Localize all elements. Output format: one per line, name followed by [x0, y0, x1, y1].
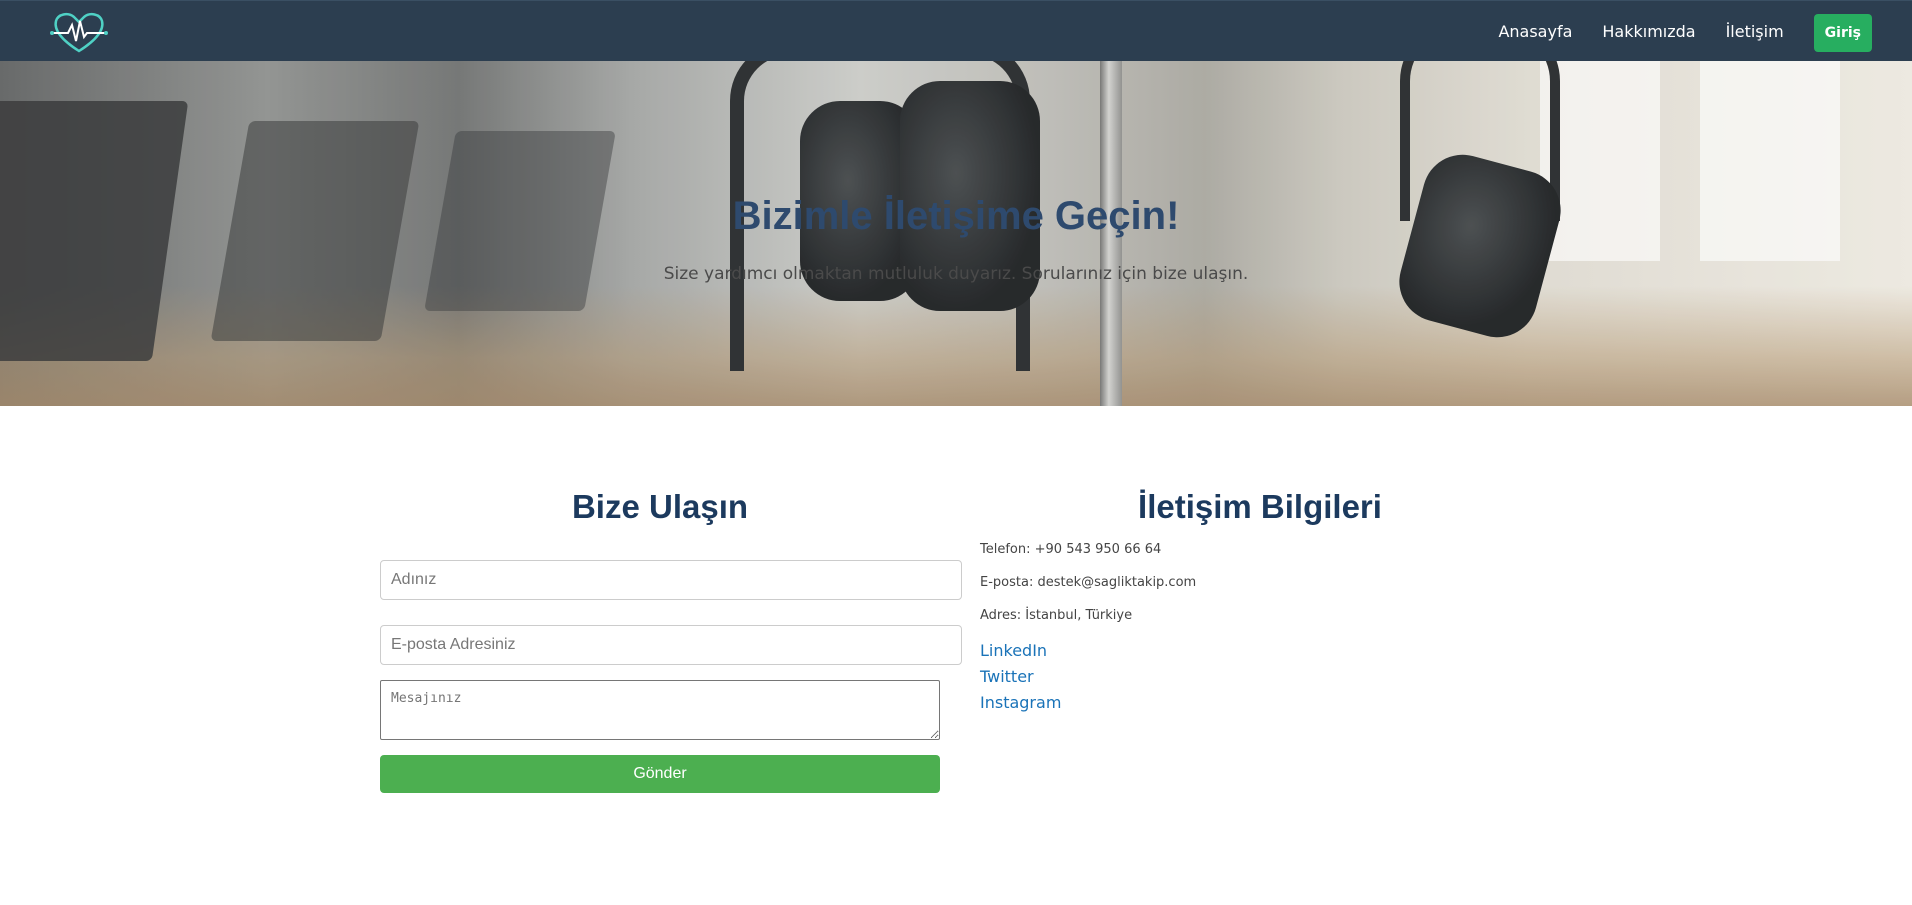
heart-pulse-icon[interactable]: [50, 9, 108, 55]
contact-address: Adres: İstanbul, Türkiye: [980, 608, 1133, 623]
linkedin-link[interactable]: LinkedIn: [980, 641, 1047, 660]
nav-link-contact[interactable]: İletişim: [1726, 22, 1784, 41]
contact-form-title: Bize Ulaşın: [571, 488, 749, 525]
hero-banner: Bizimle İletişime Geçin! Size yardımcı o…: [0, 61, 1912, 406]
navbar: Anasayfa Hakkımızda İletişim Giriş: [0, 0, 1912, 61]
twitter-link[interactable]: Twitter: [980, 667, 1034, 686]
instagram-link[interactable]: Instagram: [980, 693, 1061, 712]
message-textarea[interactable]: [380, 680, 940, 740]
name-input[interactable]: [380, 560, 962, 600]
nav-link-about[interactable]: Hakkımızda: [1602, 22, 1695, 41]
email-input[interactable]: [380, 625, 962, 665]
nav-link-home[interactable]: Anasayfa: [1498, 22, 1572, 41]
contact-email: E-posta: destek@sagliktakip.com: [980, 575, 1197, 590]
contact-phone: Telefon: +90 543 950 66 64: [980, 542, 1162, 557]
contact-info-title: İletişim Bilgileri: [1138, 488, 1382, 525]
hero-subtitle: Size yardımcı olmaktan mutluluk duyarız.…: [663, 264, 1249, 284]
send-button[interactable]: Gönder: [380, 755, 940, 793]
login-button[interactable]: Giriş: [1813, 13, 1872, 52]
nav-links: Anasayfa Hakkımızda İletişim Giriş: [1468, 1, 1872, 62]
hero-title: Bizimle İletişime Geçin!: [732, 194, 1180, 238]
